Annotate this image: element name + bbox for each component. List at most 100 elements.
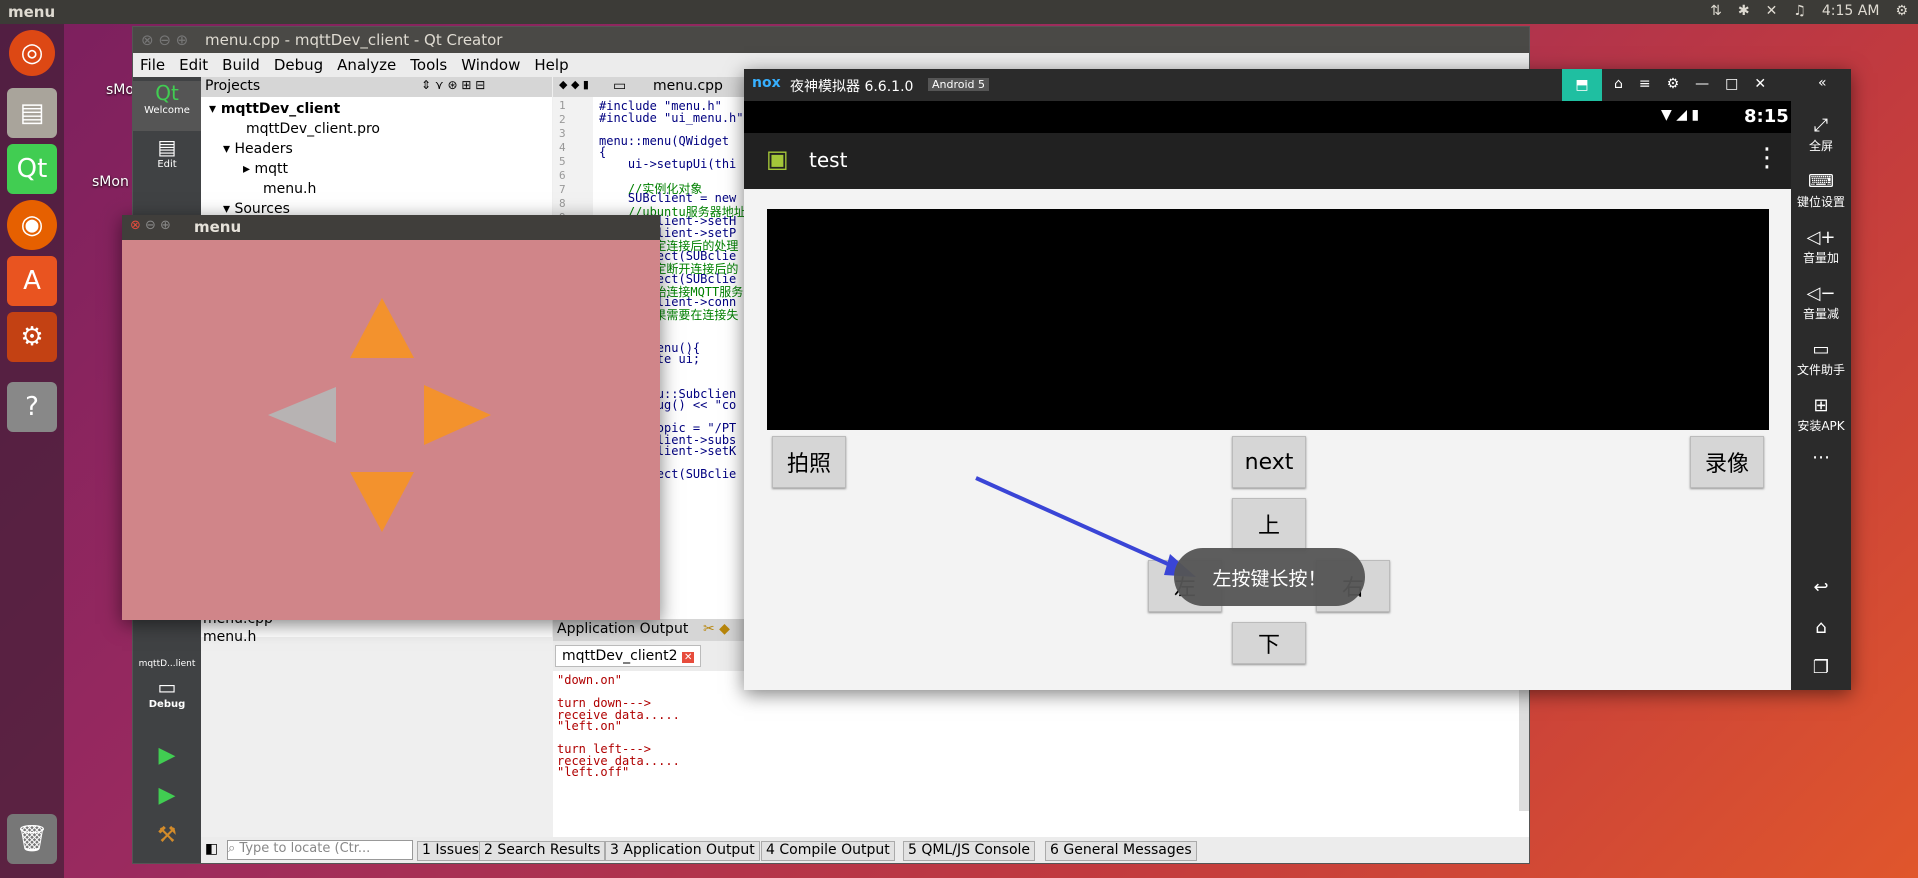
firefox-icon[interactable]: ◉ (7, 200, 57, 250)
top-panel: menu ⇅ ✱ ✕ ♫ 4:15 AM ⚙ (0, 0, 1918, 24)
tree-item[interactable]: menu.h (263, 181, 316, 197)
menu-window[interactable]: Window (454, 53, 527, 77)
overflow-menu-icon[interactable]: ⋮ (1754, 143, 1780, 173)
editor-file-name[interactable]: menu.cpp (653, 78, 723, 94)
apk-icon: ⊞ (1813, 395, 1829, 416)
tree-item[interactable]: ▾ mqttDev_client (209, 101, 340, 117)
tab-qml-console[interactable]: 5 QML/JS Console (903, 841, 1036, 861)
sidebar-file-helper[interactable]: ▭ 文件助手 (1791, 339, 1851, 378)
photo-button[interactable]: 拍照 (772, 436, 846, 488)
left-arrow-button[interactable] (268, 387, 336, 443)
debug-run-icon[interactable]: ▶ (133, 783, 201, 808)
line-number: 2 (559, 113, 566, 126)
android-statusbar: ▼ ◢ ▮ 8:15 (744, 101, 1791, 133)
output-tab[interactable]: mqttDev_client2 ✕ (555, 645, 702, 667)
system-settings-icon[interactable]: ⚙ (7, 312, 57, 362)
down-arrow-button[interactable] (350, 472, 414, 532)
desktop-icon-label[interactable]: sMon (92, 174, 129, 190)
software-center-icon[interactable]: A (7, 256, 57, 306)
tab-compile-output[interactable]: 4 Compile Output (761, 841, 895, 861)
output-tool-icons[interactable]: ✂ ◆ (703, 621, 730, 637)
tree-item[interactable]: ▾ Headers (223, 141, 293, 157)
code-line[interactable]: ui->setupUi(thi (599, 157, 736, 171)
bluetooth-icon[interactable]: ✱ (1738, 3, 1750, 19)
camera-preview (767, 209, 1769, 430)
tab-search-results[interactable]: 2 Search Results (479, 841, 606, 861)
next-button[interactable]: next (1232, 436, 1306, 488)
window-controls[interactable]: ⊗ ⊖ ⊕ (130, 218, 171, 233)
output-line: "down.on" (557, 673, 623, 687)
active-app-title: menu (8, 3, 56, 21)
run-icon[interactable]: ▶ (133, 743, 201, 768)
tab-general-messages[interactable]: 6 General Messages (1045, 841, 1197, 861)
filter-icons[interactable]: ⇕ ⋎ ⊛ ⊞ ⊟ (421, 78, 485, 92)
tab-issues[interactable]: 1 Issues (417, 841, 484, 861)
recents-icon[interactable]: ❐ (1791, 657, 1851, 678)
line-number: 4 (559, 141, 566, 154)
sidebar-volume-down[interactable]: ◁− 音量减 (1791, 283, 1851, 322)
sidebar-toggle-icon[interactable]: ◧ (205, 841, 218, 857)
qt-creator-icon[interactable]: Qt (7, 144, 57, 194)
more-icon[interactable]: ⋯ (1791, 447, 1851, 468)
back-icon[interactable]: ↩ (1791, 577, 1851, 598)
trash-icon[interactable]: 🗑 (7, 814, 57, 864)
volume-icon[interactable]: ♫ (1793, 3, 1806, 19)
mode-debug[interactable]: ▭ Debug (133, 675, 201, 710)
output-header-label: Application Output (557, 621, 689, 637)
mode-edit[interactable]: ▤ Edit (133, 135, 201, 185)
menu-help[interactable]: Help (527, 53, 575, 77)
menu-titlebar: ⊗ ⊖ ⊕ menu (122, 215, 660, 240)
menu-tools[interactable]: Tools (403, 53, 454, 77)
menu-file[interactable]: File (133, 53, 172, 77)
volume-mute-icon[interactable]: ✕ (1766, 3, 1778, 19)
sidebar-fullscreen[interactable]: ⤢ 全屏 (1791, 115, 1851, 154)
clock[interactable]: 4:15 AM (1822, 3, 1880, 19)
output-line: "left.on" (557, 719, 623, 733)
up-button[interactable]: 上 (1232, 498, 1306, 550)
down-button[interactable]: 下 (1232, 622, 1306, 664)
up-arrow-button[interactable] (350, 298, 414, 358)
android-app-icon: ▣ (766, 145, 789, 173)
nox-titlebar: nox 夜神模拟器 6.6.1.0 Android 5 ⬒ ⌂≡⚙—□✕ « (744, 69, 1851, 101)
menu-debug[interactable]: Debug (267, 53, 330, 77)
store-icon[interactable]: ⬒ (1562, 69, 1602, 101)
code-line[interactable]: menu::menu(QWidget (599, 134, 729, 148)
projects-header-label[interactable]: Projects (205, 78, 260, 94)
settings-gear-icon[interactable]: ⚙ (1895, 3, 1908, 19)
window-controls[interactable]: ⊗ ⊖ ⊕ (141, 31, 188, 49)
build-hammer-icon[interactable]: ⚒ (133, 823, 201, 848)
help-icon[interactable]: ? (7, 382, 57, 432)
collapse-sidebar-icon[interactable]: « (1818, 75, 1827, 91)
network-icon[interactable]: ⇅ (1710, 3, 1722, 19)
sidebar-volume-up[interactable]: ◁+ 音量加 (1791, 227, 1851, 266)
home-icon[interactable]: ⌂ (1791, 617, 1851, 638)
output-scrollbar[interactable] (1519, 671, 1529, 811)
sidebar-install-apk[interactable]: ⊞ 安装APK (1791, 395, 1851, 434)
mode-welcome-label: Welcome (144, 105, 190, 116)
menu-window-title: menu (194, 218, 242, 236)
tree-item[interactable]: menu.h (203, 629, 256, 645)
nav-arrows[interactable]: ◆ ◆ ▮ (559, 78, 589, 91)
tab-application-output[interactable]: 3 Application Output (605, 841, 760, 861)
menu-analyze[interactable]: Analyze (330, 53, 403, 77)
menu-build[interactable]: Build (215, 53, 267, 77)
target-selector-label[interactable]: mqttD...lient (133, 659, 201, 669)
right-arrow-button[interactable] (424, 385, 491, 445)
tree-item[interactable]: mqttDev_client.pro (246, 121, 380, 137)
nox-sidebar: ⤢ 全屏 ⌨ 键位设置 ◁+ 音量加 ◁− 音量减 ▭ 文件助手 ⊞ 安装APK ⋯ ↩ ⌂… (1791, 101, 1851, 690)
menu-edit[interactable]: Edit (172, 53, 215, 77)
nox-emulator-window: nox 夜神模拟器 6.6.1.0 Android 5 ⬒ ⌂≡⚙—□✕ « ▼… (744, 69, 1851, 690)
mode-welcome[interactable]: Qt Welcome (133, 81, 201, 131)
locate-input[interactable]: ⌕ Type to locate (Ctr... (227, 840, 413, 860)
app-title: test (809, 148, 848, 172)
ubuntu-dash-icon[interactable]: ◎ (9, 30, 55, 76)
qt-logo-icon: Qt (155, 81, 179, 105)
desktop-icon-label[interactable]: sMo (106, 82, 134, 98)
code-line[interactable]: #include "ui_menu.h" (599, 111, 744, 125)
nox-toolbar-icons[interactable]: ⌂≡⚙—□✕ (1614, 76, 1782, 92)
sidebar-keymap[interactable]: ⌨ 键位设置 (1791, 171, 1851, 210)
tree-item[interactable]: ▸ mqtt (243, 161, 288, 177)
files-icon[interactable]: ▤ (7, 88, 57, 138)
close-tab-icon[interactable]: ✕ (682, 652, 695, 663)
record-button[interactable]: 录像 (1690, 436, 1764, 488)
